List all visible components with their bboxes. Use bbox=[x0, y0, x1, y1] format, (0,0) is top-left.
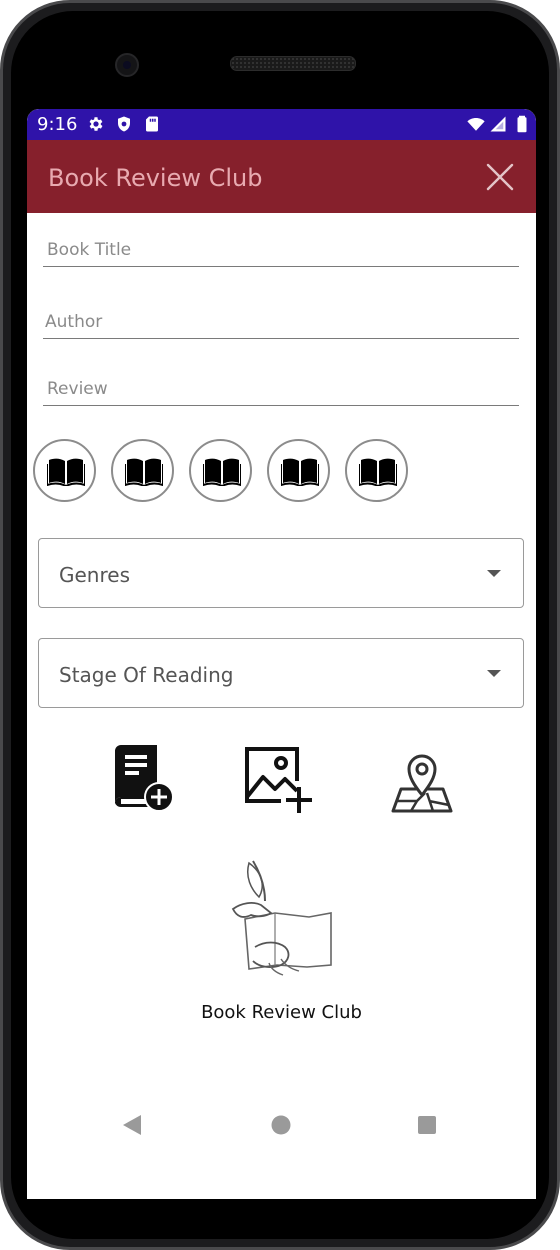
battery-icon bbox=[517, 115, 527, 133]
chevron-down-icon bbox=[487, 670, 501, 677]
author-input[interactable] bbox=[43, 312, 519, 338]
add-book-icon[interactable] bbox=[107, 745, 177, 815]
app-bar: Book Review Club bbox=[27, 140, 536, 213]
open-book-icon bbox=[359, 458, 397, 486]
home-icon[interactable] bbox=[263, 1107, 299, 1143]
stage-of-reading-dropdown[interactable]: Stage Of Reading bbox=[38, 638, 524, 708]
signal-icon bbox=[490, 116, 506, 132]
back-icon[interactable] bbox=[115, 1107, 151, 1143]
open-book-icon bbox=[125, 458, 163, 486]
chevron-down-icon bbox=[487, 570, 501, 577]
open-book-icon bbox=[203, 458, 241, 486]
map-pin-icon[interactable] bbox=[387, 745, 457, 815]
app-title: Book Review Club bbox=[48, 164, 263, 192]
earpiece-speaker bbox=[230, 56, 356, 71]
logo-caption: Book Review Club bbox=[201, 1002, 362, 1023]
rating-book-2[interactable] bbox=[111, 439, 174, 502]
book-title-input[interactable] bbox=[43, 240, 519, 266]
open-book-icon bbox=[281, 458, 319, 486]
add-image-icon[interactable] bbox=[243, 745, 313, 815]
sd-card-icon bbox=[146, 116, 158, 132]
book-title-field[interactable] bbox=[43, 240, 519, 267]
review-input[interactable] bbox=[43, 379, 519, 405]
close-icon[interactable] bbox=[483, 160, 517, 194]
rating-book-3[interactable] bbox=[189, 439, 252, 502]
quill-book-logo bbox=[231, 860, 332, 976]
rating-book-4[interactable] bbox=[267, 439, 330, 502]
recents-icon[interactable] bbox=[409, 1107, 445, 1143]
system-nav-bar bbox=[27, 1095, 536, 1155]
status-time: 9:16 bbox=[37, 114, 78, 135]
device-frame: 9:16 Book Review Club Book Title Author … bbox=[0, 0, 560, 1250]
review-field[interactable] bbox=[43, 379, 519, 406]
front-camera bbox=[115, 53, 139, 77]
stage-of-reading-label: Stage Of Reading bbox=[59, 663, 234, 687]
rating-book-5[interactable] bbox=[345, 439, 408, 502]
wifi-icon bbox=[467, 118, 485, 131]
gear-icon bbox=[89, 117, 103, 131]
genres-dropdown[interactable]: Genres bbox=[38, 538, 524, 608]
status-bar: 9:16 bbox=[27, 109, 536, 140]
rating-book-1[interactable] bbox=[33, 439, 96, 502]
shield-icon bbox=[118, 116, 130, 132]
app-screen: 9:16 Book Review Club Book Title Author … bbox=[27, 109, 536, 1199]
author-field[interactable] bbox=[43, 312, 519, 339]
open-book-icon bbox=[47, 458, 85, 486]
genres-label: Genres bbox=[59, 563, 130, 587]
